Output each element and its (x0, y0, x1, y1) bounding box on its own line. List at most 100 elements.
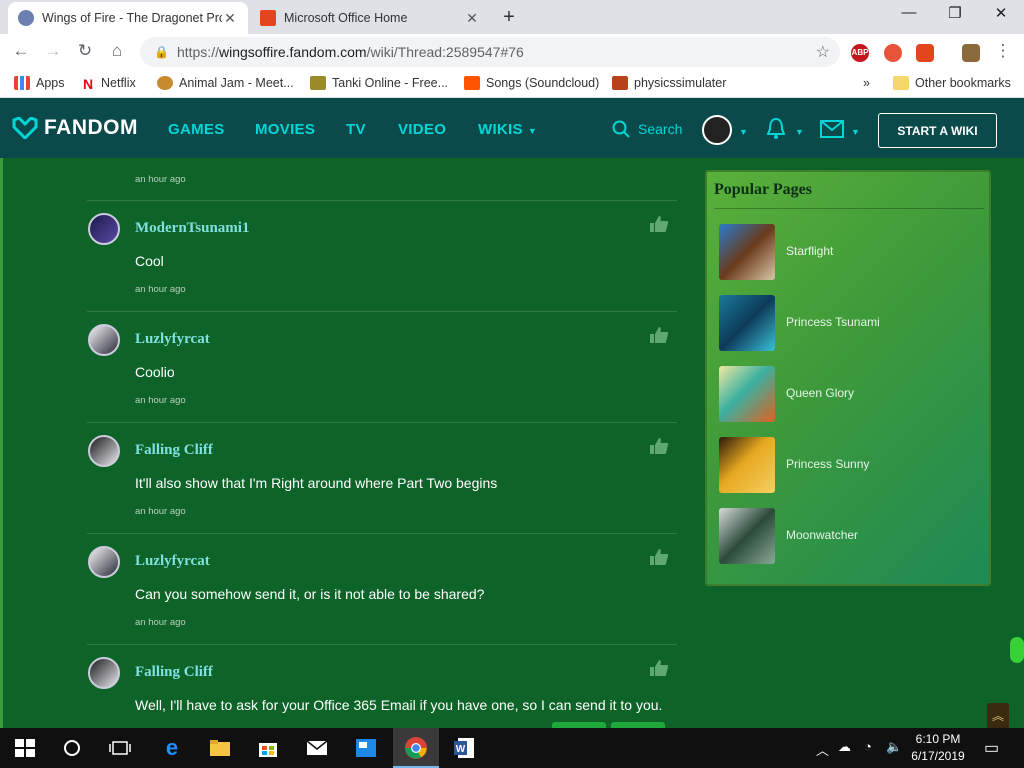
avatar[interactable] (88, 213, 120, 245)
thumbs-up-icon[interactable] (649, 548, 669, 566)
bookmarks-overflow[interactable]: » (863, 76, 870, 90)
mail-icon[interactable] (820, 120, 844, 138)
news-app-icon[interactable] (354, 736, 378, 760)
reload-button[interactable]: ↻ (74, 41, 96, 61)
content-left-border (0, 158, 3, 728)
reply-username[interactable]: ModernTsunami1 (135, 220, 249, 237)
thumbs-up-icon[interactable] (649, 437, 669, 455)
forward-button[interactable]: → (42, 41, 64, 61)
reply-username[interactable]: Falling Cliff (135, 442, 213, 459)
search-button[interactable]: Search (612, 120, 682, 138)
tab-strip: Wings of Fire - The Dragonet Pro ✕ Micro… (0, 0, 1024, 34)
bell-icon[interactable] (767, 117, 785, 141)
popular-page-item[interactable]: Queen Glory (719, 366, 979, 422)
page-thumbnail[interactable] (719, 508, 775, 564)
thread-reply: Luzlyfyrcat Coolio an hour ago (87, 312, 677, 423)
taskbar-clock[interactable]: 6:10 PM 6/17/2019 (908, 731, 968, 765)
user-avatar[interactable] (702, 115, 732, 145)
chrome-icon[interactable] (404, 736, 428, 760)
nav-wikis[interactable]: WIKIS ▼ (478, 121, 537, 138)
chevron-down-icon[interactable]: ▼ (739, 127, 748, 137)
reply-username[interactable]: Luzlyfyrcat (135, 553, 210, 570)
bookmark-netflix[interactable]: N Netflix (83, 76, 136, 92)
page-thumbnail[interactable] (719, 366, 775, 422)
tab-wings-of-fire[interactable]: Wings of Fire - The Dragonet Pro ✕ (8, 2, 248, 34)
store-icon[interactable] (256, 736, 280, 760)
popular-page-link[interactable]: Starflight (786, 244, 833, 258)
bookmark-tanki[interactable]: Tanki Online - Free... (310, 76, 448, 90)
chevron-down-icon[interactable]: ▼ (851, 127, 860, 137)
chevron-down-icon[interactable]: ▼ (795, 127, 804, 137)
nav-tv[interactable]: TV (346, 121, 366, 138)
avatar[interactable] (88, 324, 120, 356)
thumbs-up-icon[interactable] (649, 659, 669, 677)
address-bar[interactable]: 🔒 https://wingsoffire.fandom.com/wiki/Th… (140, 37, 840, 67)
scrollbar-thumb[interactable] (1010, 637, 1024, 663)
word-icon[interactable]: W (452, 736, 476, 760)
thumbs-up-icon[interactable] (649, 215, 669, 233)
close-icon[interactable]: ✕ (222, 10, 238, 27)
page-thumbnail[interactable] (719, 437, 775, 493)
popular-pages-title: Popular Pages (714, 181, 812, 198)
bookmark-soundcloud[interactable]: Songs (Soundcloud) (464, 76, 599, 90)
popular-page-link[interactable]: Princess Sunny (786, 457, 869, 471)
reply-username[interactable]: Falling Cliff (135, 664, 213, 681)
start-a-wiki-button[interactable]: START A WIKI (878, 113, 997, 148)
bookmark-animal-jam[interactable]: Animal Jam - Meet... (157, 76, 294, 90)
scroll-to-top-button[interactable]: ︽ (987, 703, 1009, 729)
bookmark-physics[interactable]: physicssimulater (612, 76, 726, 90)
popular-page-item[interactable]: Princess Sunny (719, 437, 979, 493)
nav-video[interactable]: VIDEO (398, 121, 446, 138)
paw-icon (157, 76, 173, 90)
back-button[interactable]: ← (10, 41, 32, 61)
reply-username[interactable]: Luzlyfyrcat (135, 331, 210, 348)
avatar[interactable] (88, 435, 120, 467)
mail-app-icon[interactable] (305, 736, 329, 760)
fandom-logo[interactable]: FANDOM (12, 116, 138, 140)
tab-office-home[interactable]: Microsoft Office Home ✕ (250, 2, 490, 34)
other-bookmarks[interactable]: Other bookmarks (893, 76, 1011, 90)
bookmark-star-icon[interactable]: ☆ (816, 42, 830, 62)
page-thumbnail[interactable] (719, 295, 775, 351)
nav-movies[interactable]: MOVIES (255, 121, 315, 138)
popular-page-link[interactable]: Queen Glory (786, 386, 854, 400)
task-view-icon[interactable] (108, 736, 132, 760)
popular-page-item[interactable]: Princess Tsunami (719, 295, 979, 351)
lock-icon: 🔒 (154, 45, 169, 59)
soundcloud-icon (464, 76, 480, 90)
page-thumbnail[interactable] (719, 224, 775, 280)
bookmark-apps[interactable]: Apps (14, 76, 65, 90)
home-button[interactable]: ⌂ (106, 41, 128, 61)
close-icon[interactable]: ✕ (464, 10, 480, 27)
popular-page-link[interactable]: Princess Tsunami (786, 315, 880, 329)
cortana-search-icon[interactable] (60, 736, 84, 760)
popular-page-item[interactable]: Starflight (719, 224, 979, 280)
profile-avatar-icon[interactable] (962, 44, 980, 62)
reply-text: Can you somehow send it, or is it not ab… (135, 586, 485, 602)
window-close-button[interactable]: ✕ (978, 4, 1024, 22)
search-icon (612, 120, 630, 138)
minimize-button[interactable]: — (886, 4, 932, 21)
edge-browser-icon[interactable]: e (160, 736, 184, 760)
avatar[interactable] (88, 546, 120, 578)
avatar[interactable] (88, 657, 120, 689)
onedrive-cloud-icon[interactable]: ☁ (838, 739, 851, 755)
new-tab-button[interactable]: + (498, 6, 520, 29)
menu-kebab-icon[interactable]: ⋮ (992, 41, 1014, 61)
nav-games[interactable]: GAMES (168, 121, 225, 138)
clock-date: 6/17/2019 (911, 749, 965, 763)
popular-page-item[interactable]: Moonwatcher (719, 508, 979, 564)
privacy-extension-icon[interactable] (884, 44, 902, 62)
tab-title: Microsoft Office Home (284, 11, 408, 25)
wifi-icon[interactable]: ◔ (864, 739, 872, 754)
file-explorer-icon[interactable] (208, 736, 232, 760)
notifications-icon[interactable]: ▭ (984, 738, 999, 758)
volume-icon[interactable]: 🔈 (886, 739, 902, 755)
windows-start-icon[interactable] (13, 736, 37, 760)
thumbs-up-icon[interactable] (649, 326, 669, 344)
office-extension-icon[interactable] (916, 44, 934, 62)
tray-chevron-up-icon[interactable]: ︿ (816, 740, 829, 759)
popular-page-link[interactable]: Moonwatcher (786, 528, 858, 542)
maximize-button[interactable]: ❐ (932, 4, 978, 22)
adblock-plus-icon[interactable]: ABP (851, 44, 869, 62)
